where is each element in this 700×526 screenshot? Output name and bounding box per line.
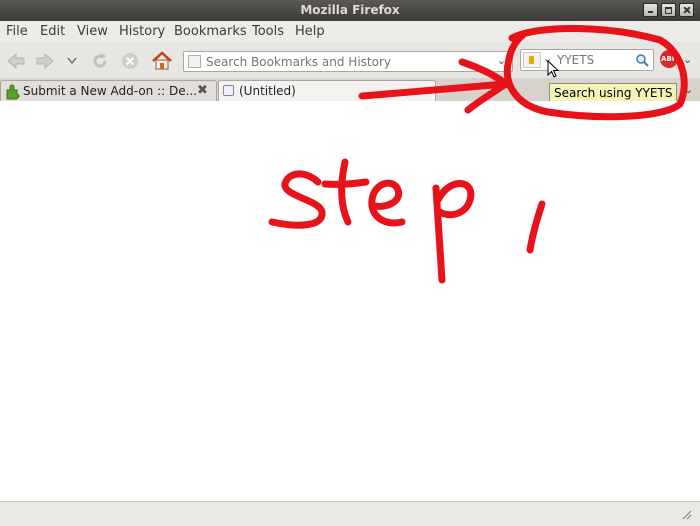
window-title: Mozilla Firefox xyxy=(300,3,400,17)
search-tooltip: Search using YYETS xyxy=(549,83,678,103)
status-bar xyxy=(0,501,700,526)
stop-icon[interactable] xyxy=(120,51,140,71)
tab-untitled[interactable]: (Untitled) xyxy=(218,80,436,101)
tab-submit-addon[interactable]: Submit a New Add-on :: De... ✖ xyxy=(0,80,217,101)
menu-file[interactable]: File xyxy=(6,24,28,39)
tab-label: (Untitled) xyxy=(239,84,296,98)
history-dropdown-icon[interactable] xyxy=(66,56,78,66)
forward-arrow-icon[interactable] xyxy=(34,51,56,71)
location-bar[interactable]: ⌄ xyxy=(183,51,513,72)
menu-bookmarks[interactable]: Bookmarks xyxy=(174,24,247,39)
search-input[interactable] xyxy=(557,52,627,68)
blank-page-icon xyxy=(223,85,234,96)
menu-help[interactable]: Help xyxy=(295,24,325,39)
addon-puzzle-icon xyxy=(6,84,20,100)
page-favicon-icon xyxy=(188,55,201,68)
close-window-button[interactable] xyxy=(679,3,694,17)
maximize-button[interactable] xyxy=(661,3,676,17)
tab-label: Submit a New Add-on :: De... xyxy=(23,84,198,98)
list-all-tabs-icon[interactable]: ⌄ xyxy=(684,83,693,96)
menu-bar: File Edit View History Bookmarks Tools H… xyxy=(0,21,700,42)
adblock-plus-icon[interactable]: ABP xyxy=(660,50,678,68)
menu-history[interactable]: History xyxy=(119,24,165,39)
menu-view[interactable]: View xyxy=(77,24,108,39)
menu-tools[interactable]: Tools xyxy=(252,24,284,39)
url-dropdown-icon[interactable]: ⌄ xyxy=(497,54,506,67)
adblock-dropdown-icon[interactable]: ⌄ xyxy=(683,53,692,66)
menu-edit[interactable]: Edit xyxy=(40,24,65,39)
window-controls xyxy=(643,3,694,17)
search-bar[interactable]: ⌄ xyxy=(520,49,654,71)
search-engine-icon[interactable] xyxy=(523,52,541,68)
home-icon[interactable] xyxy=(151,51,173,71)
window-titlebar: Mozilla Firefox xyxy=(0,0,700,21)
minimize-button[interactable] xyxy=(643,3,658,17)
tab-close-icon[interactable]: ✖ xyxy=(197,83,208,98)
reload-icon[interactable] xyxy=(90,51,110,71)
mouse-cursor-icon xyxy=(547,60,560,78)
resize-grip-icon[interactable] xyxy=(680,508,692,520)
back-arrow-icon[interactable] xyxy=(5,51,27,71)
page-content xyxy=(0,101,700,501)
url-input[interactable] xyxy=(206,53,486,70)
search-icon[interactable] xyxy=(635,53,649,67)
